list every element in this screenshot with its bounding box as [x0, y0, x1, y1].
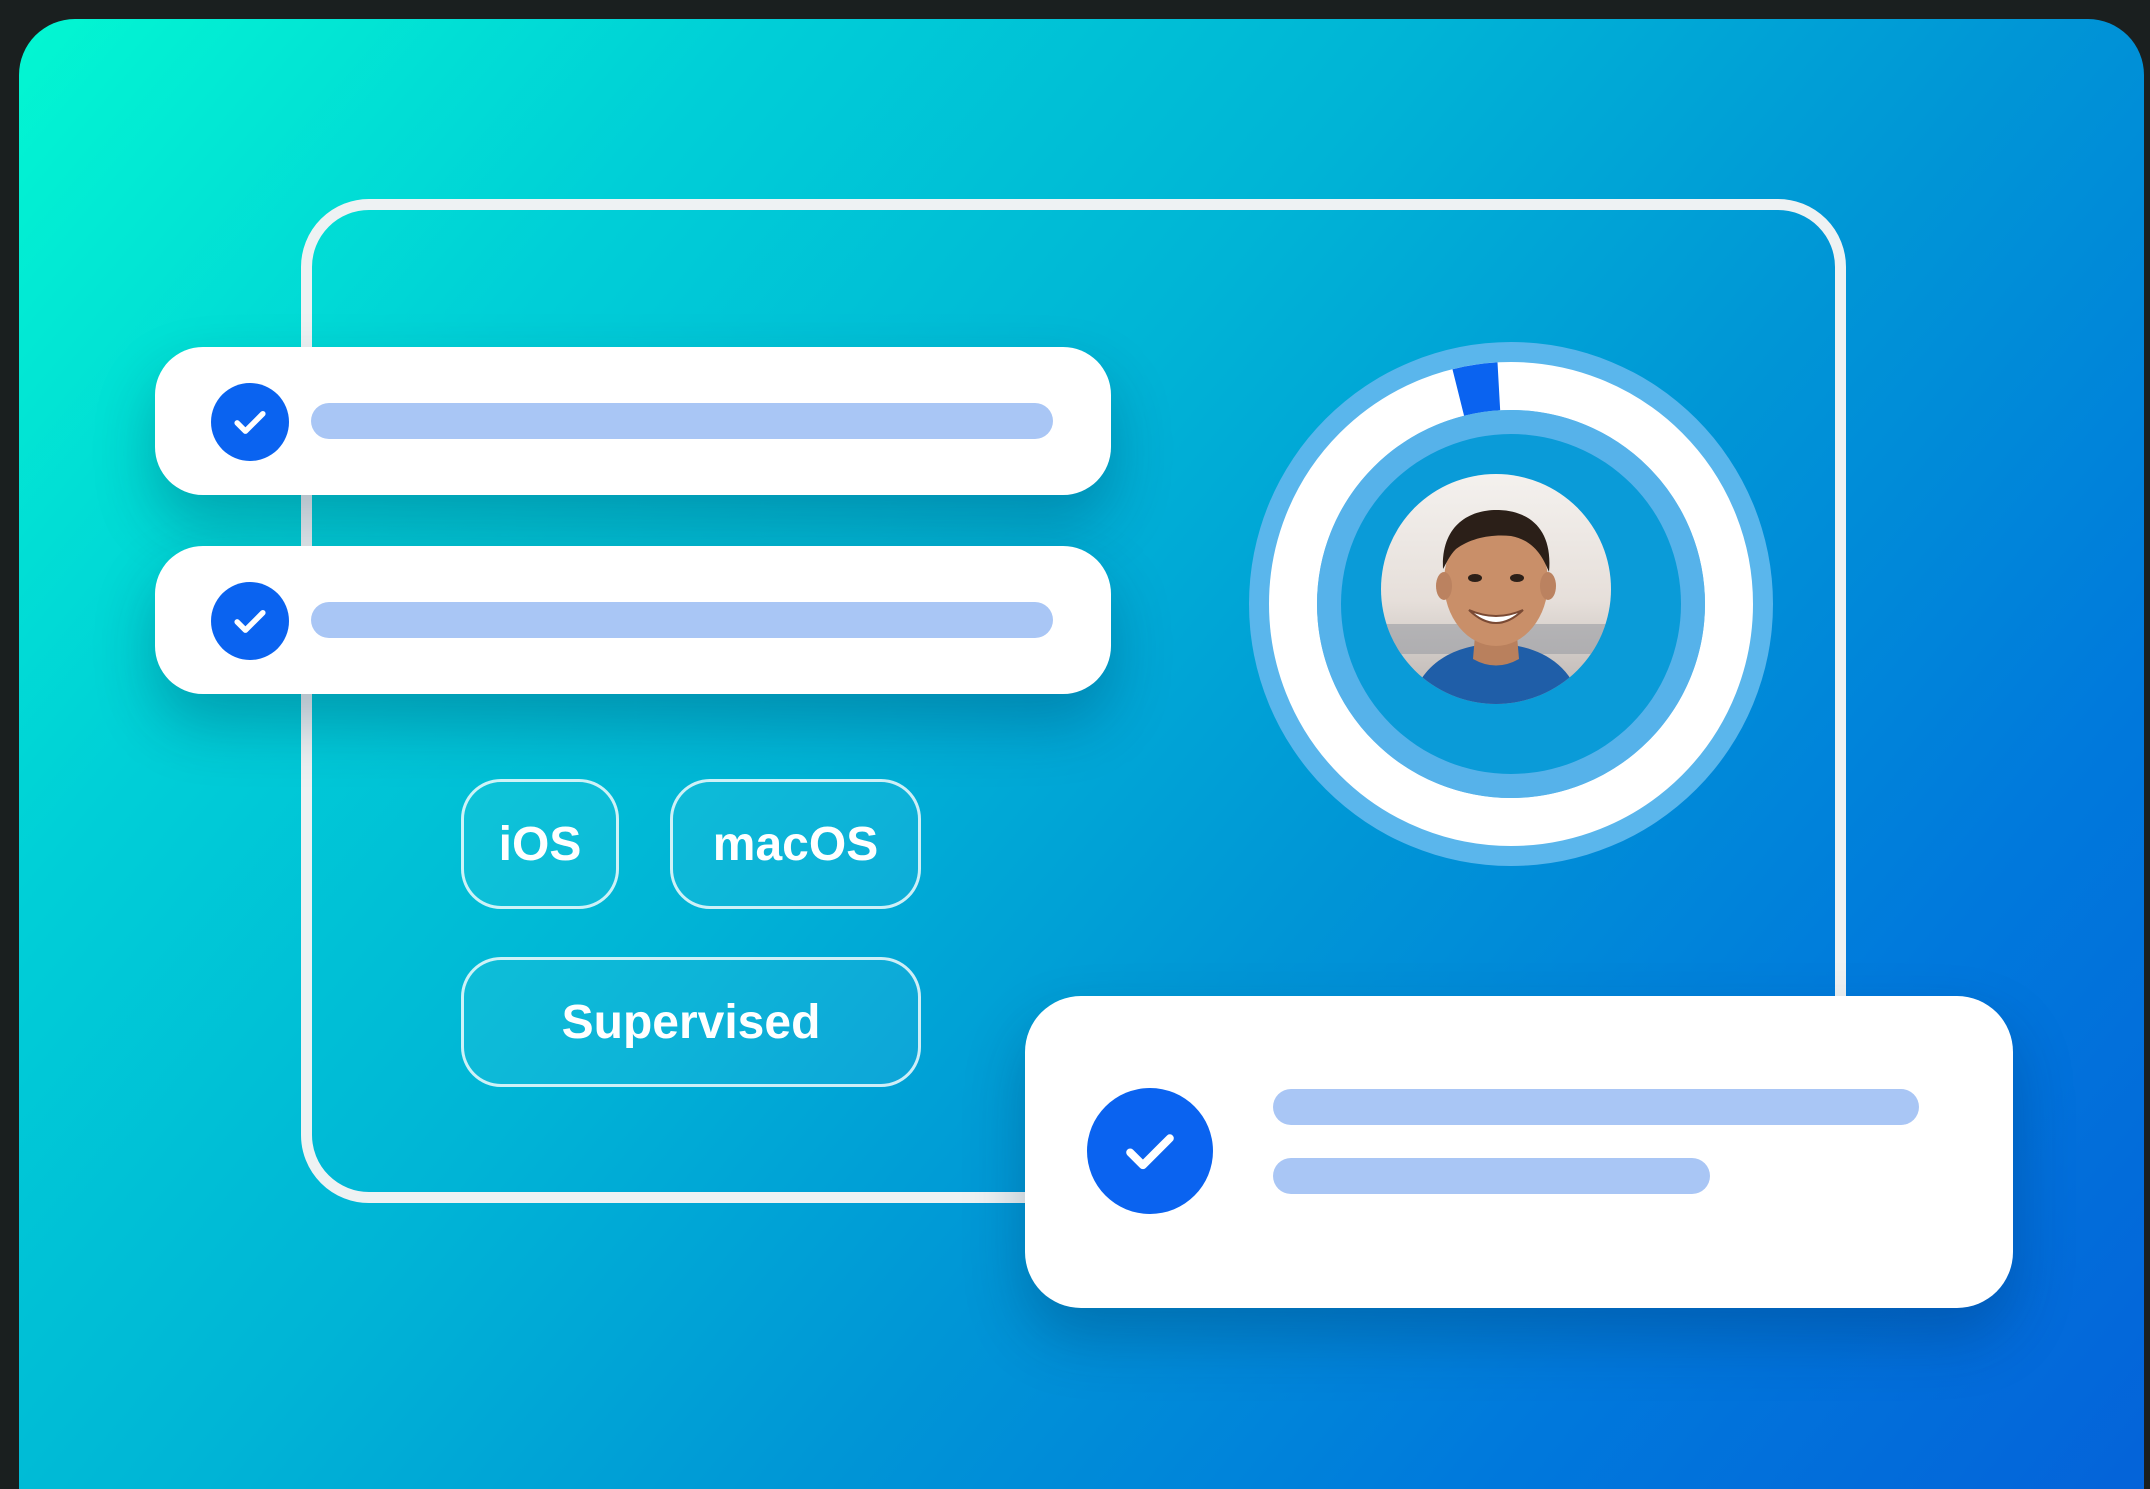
- checklist-item-1: [155, 347, 1111, 495]
- placeholder-line: [1273, 1158, 1710, 1194]
- check-circle-icon: [1087, 1088, 1213, 1214]
- check-circle-icon: [211, 582, 289, 660]
- tag-supervised: Supervised: [461, 957, 921, 1087]
- illustration-canvas: iOS macOS Supervised: [19, 19, 2144, 1489]
- tag-macos: macOS: [670, 779, 921, 909]
- placeholder-line: [311, 403, 1053, 439]
- placeholder-line: [311, 602, 1053, 638]
- checklist-item-2: [155, 546, 1111, 694]
- user-avatar: [1381, 474, 1611, 704]
- tag-ios: iOS: [461, 779, 619, 909]
- task-card: [1025, 996, 2013, 1308]
- placeholder-line: [1273, 1089, 1919, 1125]
- check-circle-icon: [211, 383, 289, 461]
